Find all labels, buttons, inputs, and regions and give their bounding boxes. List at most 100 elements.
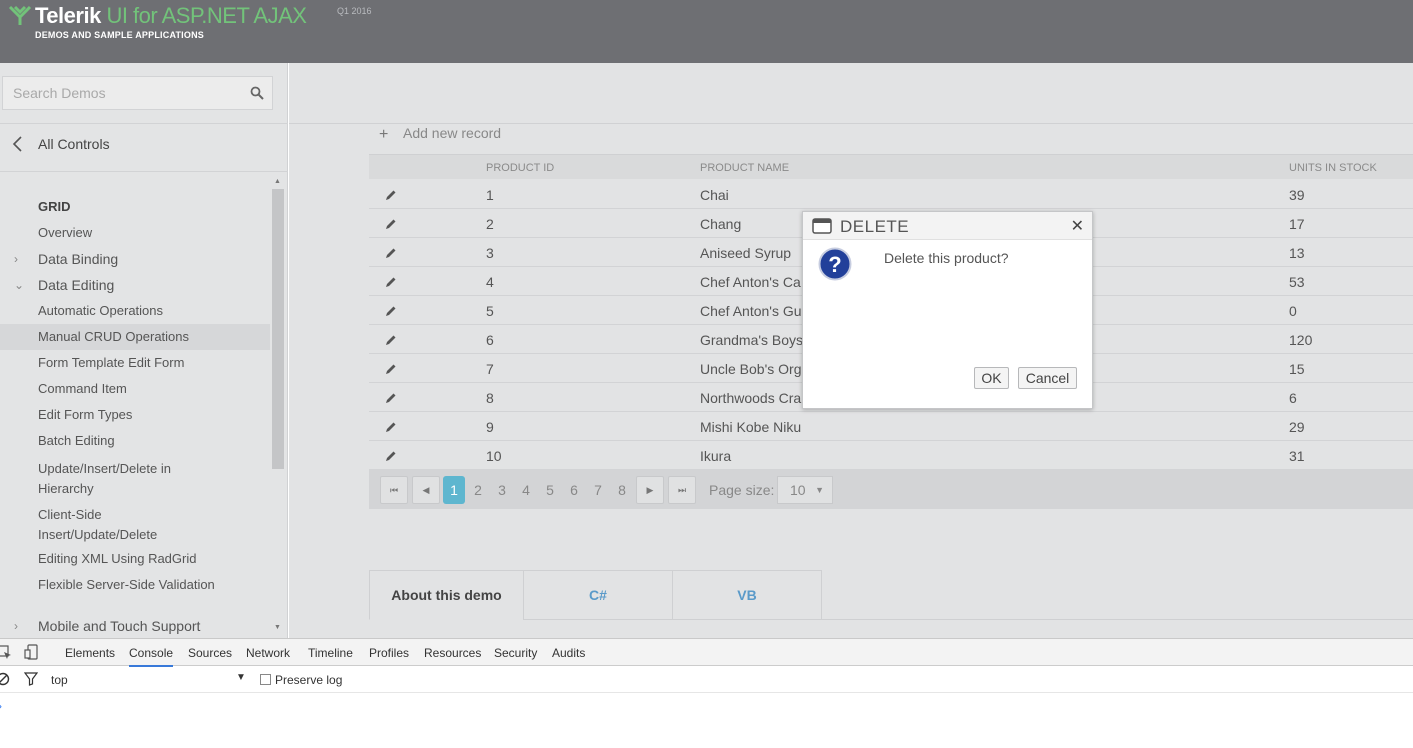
tab-vb[interactable]: VB [672, 570, 822, 620]
header-subtitle: DEMOS AND SAMPLE APPLICATIONS [35, 30, 204, 40]
cell-product-id: 2 [486, 216, 494, 232]
page-number-6[interactable]: 6 [563, 476, 585, 504]
scroll-down-arrow-icon[interactable]: ▼ [274, 624, 281, 631]
column-header-product-name[interactable]: PRODUCT NAME [700, 162, 789, 174]
edit-pencil-icon[interactable] [385, 305, 397, 317]
sidebar-item-manual-crud[interactable]: Manual CRUD Operations [0, 324, 270, 350]
devtools-tab-timeline[interactable]: Timeline [308, 646, 353, 660]
search-icon[interactable] [250, 86, 264, 100]
chevron-right-icon[interactable]: › [14, 619, 18, 633]
prev-page-icon[interactable]: ◀ [412, 476, 440, 504]
devtools-panel: Elements Console Sources Network Timeline Pro… [0, 638, 1413, 748]
all-controls-link[interactable]: All Controls [12, 136, 110, 152]
context-select[interactable]: top [51, 673, 68, 687]
cell-units-in-stock: 120 [1289, 332, 1313, 348]
ok-button[interactable]: OK [974, 367, 1009, 389]
devtools-tab-security[interactable]: Security [494, 646, 537, 660]
sidebar-item-form-template[interactable]: Form Template Edit Form [0, 355, 270, 370]
page-size-select[interactable]: 10 ▼ [777, 476, 833, 504]
sidebar-scrollbar-thumb[interactable] [272, 189, 284, 469]
svg-text:?: ? [828, 252, 841, 277]
sidebar-item-editing-xml[interactable]: Editing XML Using RadGrid [0, 551, 270, 566]
column-header-units[interactable]: UNITS IN STOCK [1289, 162, 1377, 174]
cell-product-id: 7 [486, 361, 494, 377]
cell-product-name: Northwoods Cra [700, 390, 802, 406]
table-row[interactable]: 10 Ikura 31 [369, 441, 1413, 470]
logo-product: UI for ASP.NET AJAX [106, 3, 307, 28]
edit-pencil-icon[interactable] [385, 421, 397, 433]
version-label: Q1 2016 [337, 6, 372, 16]
page-number-8[interactable]: 8 [611, 476, 633, 504]
devtools-tab-console[interactable]: Console [129, 646, 174, 667]
group-title-grid: GRID [38, 199, 71, 214]
edit-pencil-icon[interactable] [385, 218, 397, 230]
add-new-record-button[interactable]: Add new record [403, 125, 501, 141]
sidebar-item-mobile-touch[interactable]: › Mobile and Touch Support [0, 618, 270, 634]
cell-units-in-stock: 0 [1289, 303, 1297, 319]
sidebar-item-validation[interactable]: Flexible Server-Side Validation [0, 577, 270, 592]
cell-product-id: 9 [486, 419, 494, 435]
cancel-button[interactable]: Cancel [1018, 367, 1077, 389]
plus-icon[interactable]: + [379, 126, 388, 144]
command-bar: + Add new record [369, 124, 1413, 154]
close-icon[interactable]: ✕ [1071, 216, 1084, 236]
clear-console-icon[interactable] [0, 672, 10, 686]
cell-units-in-stock: 53 [1289, 274, 1305, 290]
context-dropdown-arrow-icon[interactable]: ▼ [236, 672, 246, 683]
page-number-5[interactable]: 5 [539, 476, 561, 504]
edit-pencil-icon[interactable] [385, 189, 397, 201]
devtools-tab-elements[interactable]: Elements [65, 646, 115, 660]
sidebar-item-data-editing[interactable]: ⌄ Data Editing [0, 277, 270, 293]
next-page-icon[interactable]: ▶ [636, 476, 664, 504]
tab-about-demo[interactable]: About this demo [369, 570, 524, 620]
first-page-icon[interactable]: ⏮ [380, 476, 408, 504]
devtools-tab-network[interactable]: Network [246, 646, 290, 660]
edit-pencil-icon[interactable] [385, 334, 397, 346]
edit-pencil-icon[interactable] [385, 247, 397, 259]
sidebar-item-automatic-operations[interactable]: Automatic Operations [0, 303, 270, 318]
edit-pencil-icon[interactable] [385, 363, 397, 375]
search-input[interactable] [3, 77, 243, 109]
logo-text[interactable]: Telerik UI for ASP.NET AJAX [35, 3, 307, 29]
chevron-down-icon[interactable]: ⌄ [14, 278, 24, 292]
page-number-4[interactable]: 4 [515, 476, 537, 504]
scroll-up-arrow-icon[interactable]: ▲ [274, 178, 281, 185]
tab-csharp[interactable]: C# [523, 570, 673, 620]
page-number-2[interactable]: 2 [467, 476, 489, 504]
device-mode-icon[interactable] [24, 644, 40, 660]
devtools-tab-sources[interactable]: Sources [188, 646, 232, 660]
sidebar-item-client-side[interactable]: Client-Side Insert/Update/Delete [0, 505, 270, 545]
sidebar-item-update-insert-delete[interactable]: Update/Insert/Delete in Hierarchy [0, 459, 270, 499]
inspect-element-icon[interactable] [0, 644, 12, 660]
sidebar-item-edit-form-types[interactable]: Edit Form Types [0, 407, 270, 422]
dropdown-arrow-icon: ▼ [815, 485, 824, 495]
page-number-3[interactable]: 3 [491, 476, 513, 504]
logo-brand: Telerik [35, 3, 101, 28]
cell-product-name: Ikura [700, 448, 732, 464]
sidebar-item-overview[interactable]: Overview [0, 225, 270, 240]
edit-pencil-icon[interactable] [385, 392, 397, 404]
devtools-tab-audits[interactable]: Audits [552, 646, 585, 660]
devtools-tab-resources[interactable]: Resources [424, 646, 481, 660]
devtools-tab-profiles[interactable]: Profiles [369, 646, 409, 660]
preserve-log-checkbox[interactable] [260, 674, 271, 685]
page-number-7[interactable]: 7 [587, 476, 609, 504]
cell-product-name: Chef Anton's Gu [700, 303, 802, 319]
edit-pencil-icon[interactable] [385, 276, 397, 288]
cell-product-id: 8 [486, 390, 494, 406]
table-row[interactable]: 9 Mishi Kobe Niku 29 [369, 412, 1413, 441]
sidebar-item-command-item[interactable]: Command Item [0, 381, 270, 396]
filter-icon[interactable] [24, 672, 38, 686]
edit-pencil-icon[interactable] [385, 450, 397, 462]
dialog-titlebar[interactable]: DELETE ✕ [803, 212, 1092, 240]
last-page-icon[interactable]: ⏭ [668, 476, 696, 504]
sidebar: All Controls GRID Overview ›Data Binding… [0, 63, 288, 638]
column-header-product-id[interactable]: PRODUCT ID [486, 162, 554, 174]
sidebar-item-data-binding[interactable]: › Data Binding [0, 251, 270, 267]
sidebar-item-batch-editing[interactable]: Batch Editing [0, 433, 270, 448]
chevron-right-icon[interactable]: › [14, 252, 18, 266]
page-number-1[interactable]: 1 [443, 476, 465, 504]
table-row[interactable]: 1 Chai 39 [369, 180, 1413, 209]
demo-tabs: About this demo C# VB [369, 570, 1413, 638]
console-prompt-icon[interactable]: › [0, 699, 2, 713]
